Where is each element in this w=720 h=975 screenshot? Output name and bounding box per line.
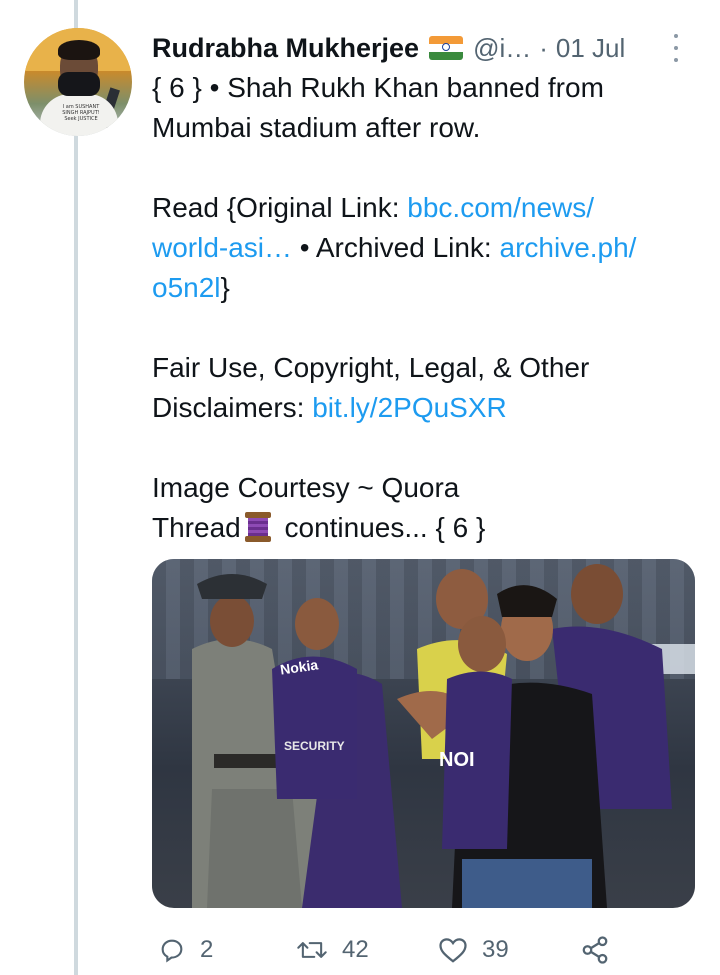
thread-prefix: Thread [152,512,241,543]
like-button[interactable]: 39 [438,930,509,970]
header-separator: · [539,32,548,63]
india-flag-icon [429,36,464,60]
retweet-count: 42 [342,936,369,963]
close-brace: } [220,272,230,303]
more-options-icon[interactable] [668,34,684,62]
disclaimer-link[interactable]: bit.ly/2PQuSXR [312,392,507,423]
text-line: Mumbai stadium after row. [152,112,481,143]
author-handle[interactable]: @i… [473,33,531,64]
disclaimer-prefix: Disclaimers: [152,392,313,423]
tweet-text: { 6 } • Shah Rukh Khan banned from Mumba… [152,68,697,548]
retweet-button[interactable]: 42 [296,930,369,970]
avatar-shirt-text: I am SUSHANT SINGH RAJPUT! Seek JUSTICE [62,104,100,122]
archive-link-part1[interactable]: archive.ph/ [500,232,637,263]
retweet-icon [297,942,327,958]
tweet-actions: 2 42 39 [152,930,672,970]
share-icon [582,936,608,964]
thread-connector-line [74,0,78,975]
author-name[interactable]: Rudrabha Mukherjee [152,33,419,64]
links-line: world-asi… • Archived Link: archive.ph/ [152,228,697,268]
thread-line-text: Thread continues... { 6 } [152,508,697,548]
bbc-link-part2[interactable]: world-asi… [152,232,292,263]
archive-link-part2[interactable]: o5n2l [152,272,221,303]
jersey-text: NOI [439,749,475,771]
thread-suffix: continues... { 6 } [276,512,486,543]
avatar-hair [58,40,100,60]
security-text: SECURITY [284,739,345,753]
reply-count: 2 [200,936,214,963]
reply-icon [161,939,183,963]
avatar-mask [58,72,100,96]
avatar[interactable]: I am SUSHANT SINGH RAJPUT! Seek JUSTICE [24,28,132,136]
photo-scene [192,564,695,908]
tweet-date[interactable]: 01 Jul [556,33,625,64]
tweet-photo[interactable]: NOI Nokia SECURITY [152,559,695,908]
read-prefix: Read {Original Link: [152,192,408,223]
disclaimer-line: Fair Use, Copyright, Legal, & Other [152,352,590,383]
heart-icon [439,938,467,963]
links-line-end: o5n2l} [152,268,697,308]
bbc-link-part1[interactable]: bbc.com/news/ [407,192,594,223]
text-line: { 6 } • Shah Rukh Khan banned from [152,72,604,103]
archived-prefix: • Archived Link: [292,232,500,263]
like-count: 39 [482,936,509,963]
tweet-header: Rudrabha Mukherjee @i… · 01 Jul [152,30,692,66]
share-button[interactable] [580,930,624,970]
disclaimer-link-line: Disclaimers: bit.ly/2PQuSXR [152,388,697,428]
spool-of-thread-icon [244,512,271,542]
read-line: Read {Original Link: bbc.com/news/ [152,188,697,228]
reply-button[interactable]: 2 [158,930,213,970]
courtesy-line: Image Courtesy ~ Quora [152,472,460,503]
